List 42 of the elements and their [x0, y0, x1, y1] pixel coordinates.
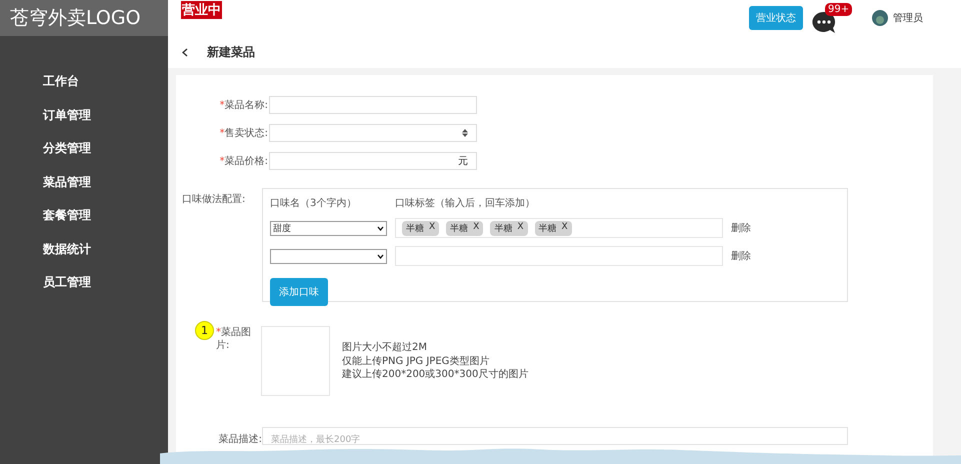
input-field[interactable]: [269, 96, 477, 114]
column-header: 口味标签（输入后，回车添加）: [395, 196, 535, 210]
annotation-marker: 1: [195, 321, 214, 340]
status-badge: 营业中: [181, 1, 222, 19]
flavor-select[interactable]: [270, 248, 387, 264]
column-header: 口味名（3个字内）: [270, 196, 358, 210]
avatar-icon[interactable]: [872, 10, 888, 26]
message-count: 99+: [825, 3, 852, 16]
field-label: 口味做法配置:: [181, 192, 246, 207]
sort-arrows-icon: [462, 129, 468, 137]
tag-input[interactable]: 半糖 X 半糖 X 半糖 X 半糖 X: [395, 218, 723, 238]
hint-text: 建议上传200*200或300*300尺寸的图片: [342, 368, 528, 382]
field-label: *菜品价格:: [218, 154, 268, 168]
field-label: *售卖状态:: [218, 126, 268, 140]
logo-text: 苍穹外卖LOGO: [0, 0, 168, 36]
sidebar-item[interactable]: 工作台: [0, 73, 79, 90]
page-title: 新建菜品: [207, 44, 255, 60]
sidebar-item[interactable]: 数据统计: [0, 240, 91, 258]
hint-text: 图片大小不超过2M: [342, 341, 428, 354]
sidebar-item[interactable]: 菜品管理: [0, 174, 91, 191]
flavor-tag[interactable]: 半糖 X: [534, 220, 572, 236]
field-label: 菜品描述:: [218, 432, 262, 446]
delete-link[interactable]: 删除: [731, 221, 751, 235]
flavor-tag[interactable]: 半糖 X: [402, 220, 440, 236]
sidebar-item[interactable]: 分类管理: [0, 140, 91, 158]
chevron-down-icon: [377, 254, 384, 258]
hint-text: 仅能上传PNG JPG JPEG类型图片: [342, 354, 490, 368]
sidebar-item[interactable]: 订单管理: [0, 106, 91, 124]
back-icon[interactable]: [182, 48, 188, 56]
tag-input[interactable]: [395, 246, 723, 266]
flavor-tag[interactable]: 半糖 X: [446, 220, 484, 236]
select-field[interactable]: [269, 124, 477, 142]
flavor-tag[interactable]: 半糖 X: [490, 220, 528, 236]
sidebar-item[interactable]: 套餐管理: [0, 207, 91, 224]
user-name[interactable]: 管理员: [893, 11, 923, 25]
field-label: *菜品图片:: [216, 326, 252, 352]
sidebar-item[interactable]: 员工管理: [0, 274, 91, 292]
delete-link[interactable]: 删除: [731, 249, 751, 263]
price-field[interactable]: 元: [269, 152, 477, 170]
chevron-down-icon: [377, 226, 384, 230]
field-label: *菜品名称:: [218, 98, 268, 112]
flavor-select[interactable]: 甜度: [270, 220, 387, 236]
